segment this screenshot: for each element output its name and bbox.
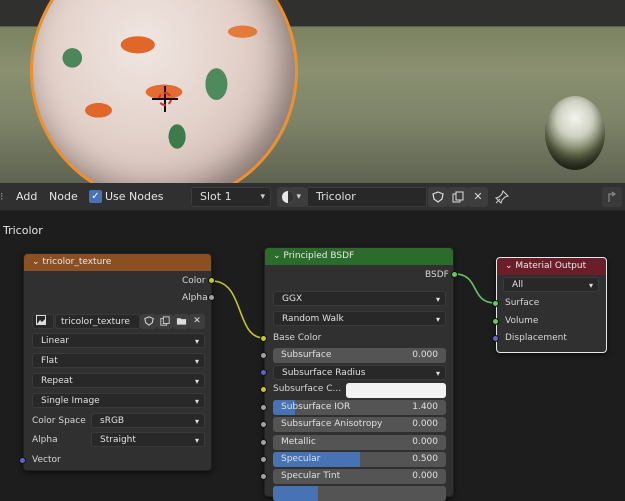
metallic-socket[interactable]: [260, 439, 267, 446]
output-bsdf-label: BSDF: [425, 270, 449, 280]
image-unlink-close-icon[interactable]: ✕: [189, 314, 205, 329]
metallic-slider[interactable]: Metallic 0.000: [273, 435, 446, 450]
collapse-chevron-icon[interactable]: ⌄: [273, 251, 281, 261]
subsurface-radius-dropdown[interactable]: Subsurface Radius ▾: [273, 365, 446, 380]
extension-dropdown[interactable]: Repeat ▾: [32, 373, 205, 388]
input-vector-label: Vector: [32, 455, 61, 465]
output-alpha-label: Alpha: [182, 293, 208, 303]
specular-socket[interactable]: [260, 456, 267, 463]
collapse-chevron-icon[interactable]: ⌄: [32, 257, 40, 267]
specular-slider[interactable]: Specular 0.500: [273, 452, 446, 467]
collapse-chevron-icon[interactable]: ⌄: [505, 261, 513, 271]
subsurface-anisotropy-slider[interactable]: Subsurface Anisotropy 0.000: [273, 417, 446, 432]
output-target-dropdown[interactable]: All ▾: [503, 277, 599, 292]
input-vector-socket[interactable]: [19, 457, 26, 464]
subsurface-anisotropy-socket[interactable]: [260, 421, 267, 428]
image-duplicate-icon[interactable]: [157, 314, 173, 329]
image-name-field[interactable]: tricolor_texture: [55, 314, 140, 329]
roughness-slider-partial[interactable]: [273, 486, 446, 501]
subsurface-color-label: Subsurface C...: [273, 384, 342, 394]
alpha-mode-dropdown[interactable]: Straight ▾: [91, 432, 205, 447]
subsurface-radius-socket[interactable]: [260, 369, 267, 376]
image-fake-user-icon[interactable]: [140, 314, 157, 329]
base-color-socket[interactable]: [260, 335, 267, 342]
node-title: Principled BSDF: [283, 251, 355, 261]
subsurface-color-swatch[interactable]: [346, 383, 446, 398]
color-space-dropdown[interactable]: sRGB ▾: [91, 413, 205, 428]
node-title: Material Output: [515, 261, 587, 271]
subsurface-socket[interactable]: [260, 352, 267, 359]
alpha-label: Alpha: [32, 435, 58, 445]
specular-tint-slider[interactable]: Specular Tint 0.000: [273, 469, 446, 484]
input-displacement-label: Displacement: [505, 333, 567, 343]
subsurface-color-socket[interactable]: [260, 386, 267, 393]
color-space-label: Color Space: [32, 416, 86, 426]
output-color-socket[interactable]: [208, 277, 215, 284]
subsurface-slider[interactable]: Subsurface 0.000: [273, 348, 446, 363]
input-volume-socket[interactable]: [492, 318, 499, 325]
input-surface-label: Surface: [505, 298, 540, 308]
interpolation-dropdown[interactable]: Linear ▾: [32, 333, 205, 348]
output-color-label: Color: [182, 276, 206, 286]
subsurface-ior-socket[interactable]: [260, 404, 267, 411]
input-surface-socket[interactable]: [492, 300, 499, 307]
output-bsdf-socket[interactable]: [451, 271, 458, 278]
specular-tint-socket[interactable]: [260, 473, 267, 480]
subsurface-ior-slider[interactable]: Subsurface IOR 1.400: [273, 400, 446, 415]
source-dropdown[interactable]: Single Image ▾: [32, 393, 205, 408]
base-color-label: Base Color: [273, 333, 322, 343]
subsurface-method-dropdown[interactable]: Random Walk ▾: [273, 311, 446, 326]
node-title: tricolor_texture: [42, 257, 112, 267]
image-browse-button[interactable]: [32, 314, 54, 329]
output-alpha-socket[interactable]: [208, 294, 215, 301]
input-volume-label: Volume: [505, 316, 539, 326]
image-open-folder-icon[interactable]: [173, 314, 189, 329]
projection-dropdown[interactable]: Flat ▾: [32, 353, 205, 368]
input-displacement-socket[interactable]: [492, 335, 499, 342]
image-icon: [36, 315, 46, 325]
distribution-dropdown[interactable]: GGX ▾: [273, 291, 446, 306]
